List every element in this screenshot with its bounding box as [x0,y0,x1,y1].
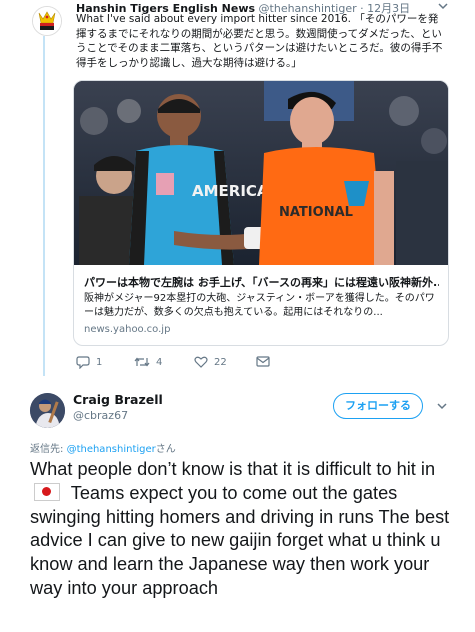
reply-author-name[interactable]: Craig Brazell [73,392,163,407]
heart-icon [194,356,208,368]
card-domain-text: news.yahoo.co.jp [84,324,171,335]
replying-to-suffix: さん [155,444,176,455]
like-count: 22 [214,356,227,368]
reply-text: What people don’t know is that it is dif… [30,458,460,601]
reply-menu-chevron-icon[interactable] [436,400,448,414]
retweet-icon [134,357,150,367]
baseball-players-photo: AMERICAN NATIONAL [74,81,448,265]
like-action[interactable]: 22 [194,356,227,368]
link-card[interactable]: AMERICAN NATIONAL パワーは本物で左腕は お手上げ、「バースの再… [73,80,449,346]
card-description: 阪神がメジャー92本塁打の大砲、ジャスティン・ボーアを獲得した。そのパワーは魅力… [84,293,435,318]
envelope-icon [256,356,270,367]
reply-author-handle[interactable]: @cbraz67 [73,409,128,422]
retweet-count: 4 [156,356,163,368]
replying-to-handle[interactable]: @thehanshintiger [67,444,156,455]
card-title[interactable]: パワーは本物で左腕は お手上げ、「バースの再来」には程遠い阪神新外... [84,274,439,290]
reply-action[interactable]: 1 [76,356,102,369]
retweet-action[interactable]: 4 [134,356,162,368]
card-photo: AMERICAN NATIONAL [74,81,448,265]
reply-text-part2: Teams expect you to come out the gates s… [30,482,450,598]
reply-author-avatar[interactable] [30,393,65,428]
author-avatar[interactable] [32,6,62,36]
replying-to-prefix: 返信先: [30,444,67,455]
reply-icon [76,356,90,369]
tweet-text: What I've said about every import hitter… [76,13,443,69]
follow-button[interactable]: フォローする [333,393,423,419]
thread-line [43,36,45,376]
tigers-logo-icon [33,7,61,35]
replying-to: 返信先: @thehanshintigerさん [30,440,176,455]
reply-count: 1 [96,357,103,368]
direct-message-action[interactable] [256,356,270,367]
japan-flag-icon [34,482,60,501]
reply-text-part1: What people don’t know is that it is dif… [30,459,436,479]
card-domain: news.yahoo.co.jp [84,324,170,335]
jersey-text-national: NATIONAL [279,205,353,220]
